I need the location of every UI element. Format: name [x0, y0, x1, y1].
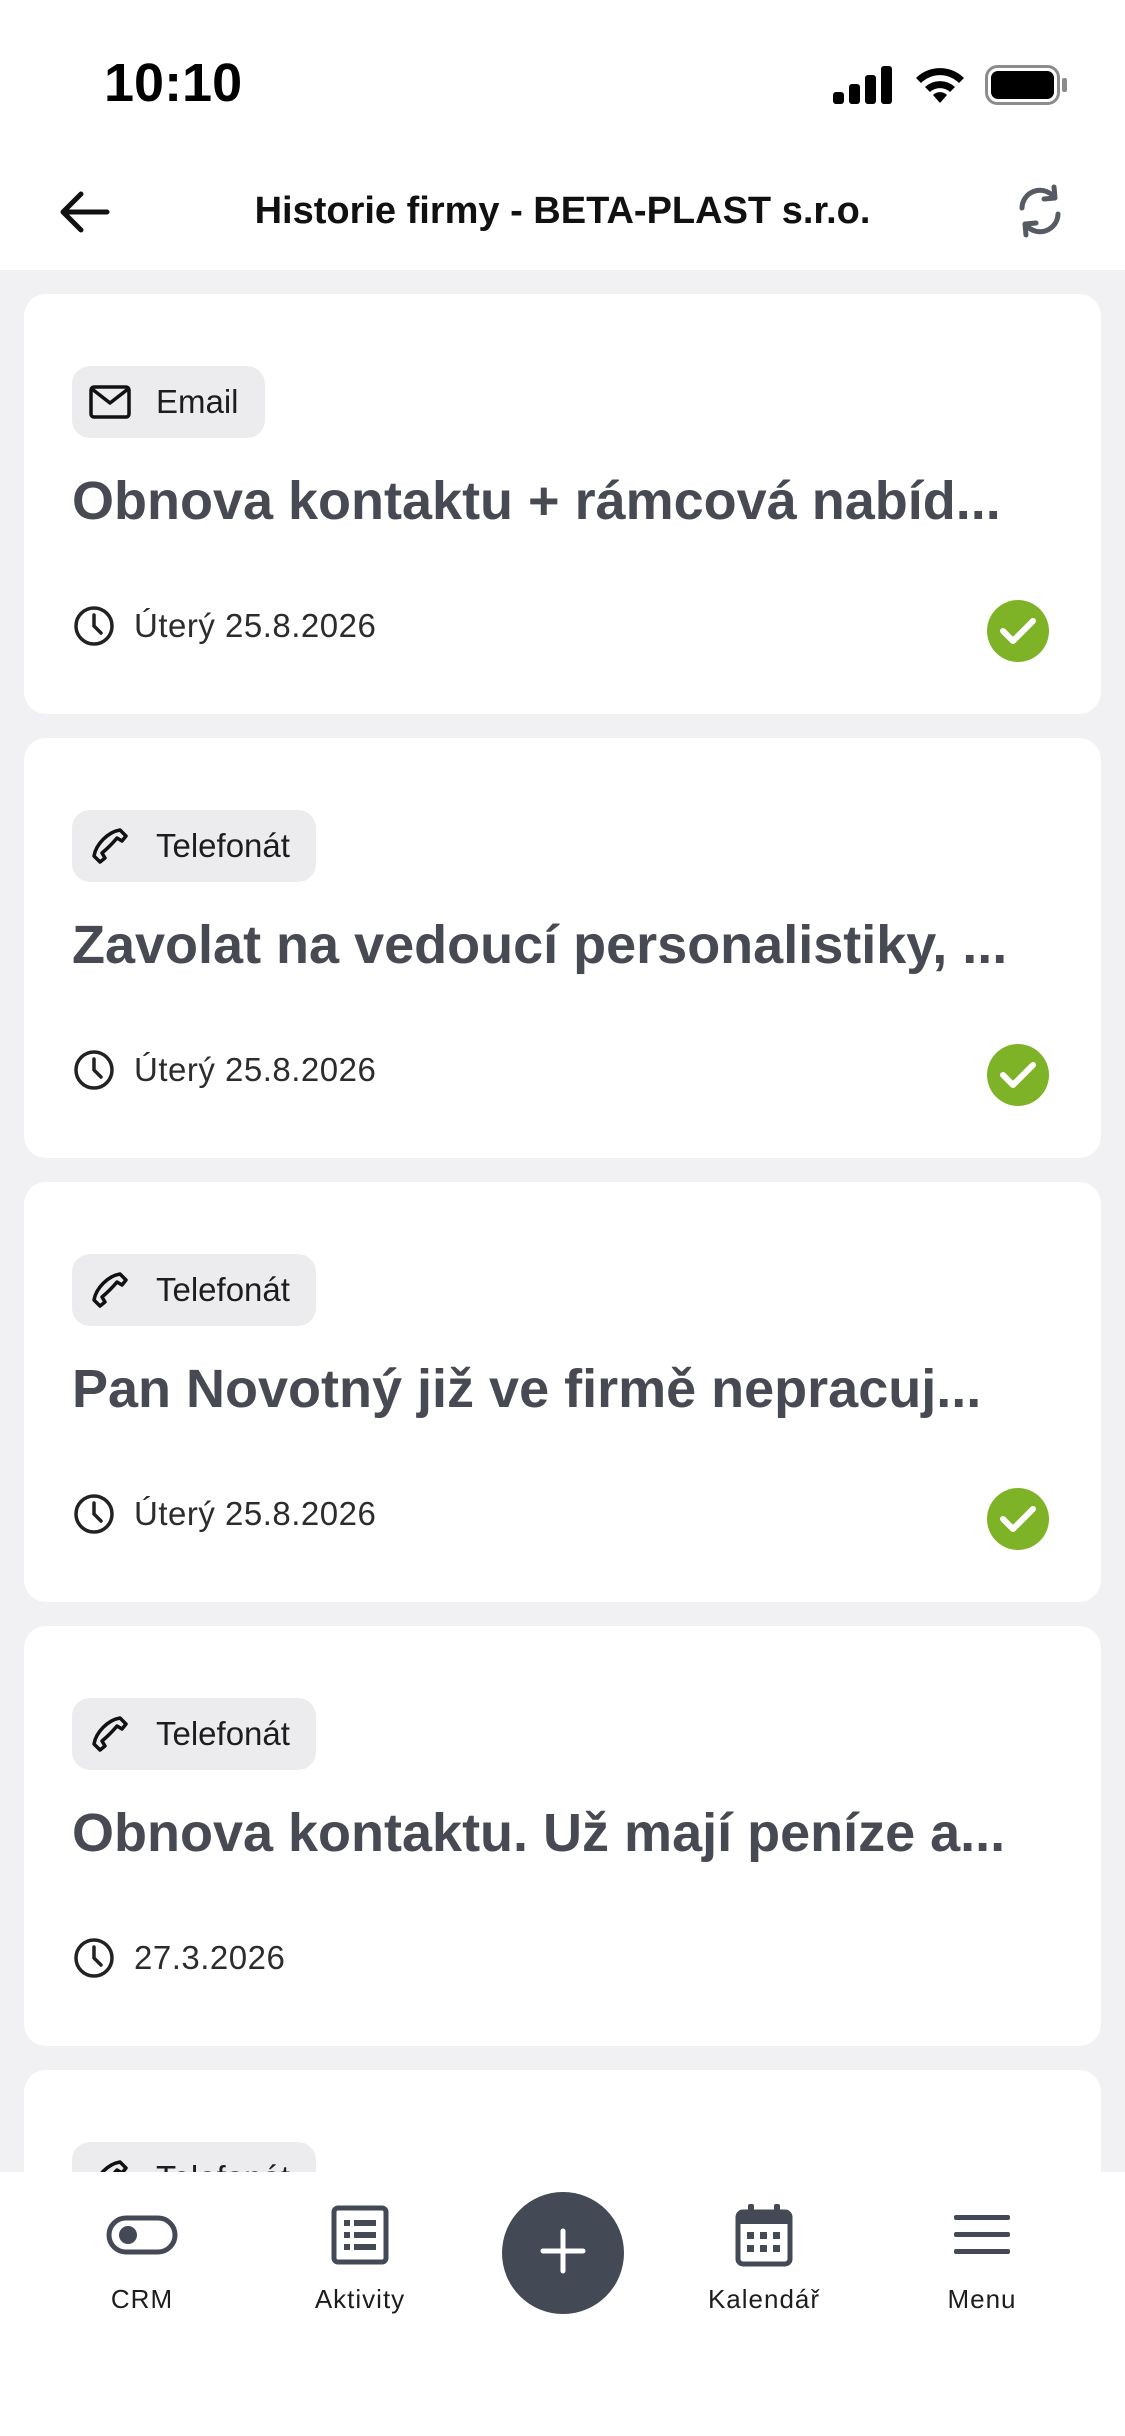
activity-type-chip: Telefonát — [72, 1698, 316, 1770]
activity-date: Úterý 25.8.2026 — [134, 607, 377, 644]
phone-icon — [88, 1268, 132, 1312]
clock-icon — [72, 1048, 116, 1092]
clock-icon — [72, 1936, 116, 1980]
activity-list: Email Obnova kontaktu + rámcová nabíd...… — [24, 294, 1101, 2436]
nav-item-menu[interactable]: Menu — [892, 2200, 1072, 2330]
activity-card[interactable]: Telefonát Obnova kontaktu. Už mají peníz… — [24, 1626, 1101, 2046]
activity-card[interactable]: Email Obnova kontaktu + rámcová nabíd...… — [24, 294, 1101, 714]
calendar-icon — [734, 2200, 794, 2270]
menu-icon — [952, 2200, 1012, 2270]
activity-title: Obnova kontaktu + rámcová nabíd... — [72, 471, 1001, 531]
plus-icon — [539, 2227, 587, 2280]
nav-item-aktivity[interactable]: Aktivity — [270, 2200, 450, 2330]
page-title: Historie firmy - BETA-PLAST s.r.o. — [254, 190, 871, 232]
activity-date: Úterý 25.8.2026 — [134, 1051, 377, 1088]
wifi-icon — [913, 65, 967, 110]
activity-type-label: Email — [156, 383, 239, 420]
activity-type-chip: Telefonát — [72, 810, 316, 882]
activity-type-label: Telefonát — [156, 1715, 290, 1752]
header: Historie firmy - BETA-PLAST s.r.o. — [0, 160, 1125, 270]
toggle-icon — [106, 2200, 178, 2270]
nav-label: Menu — [947, 2284, 1017, 2314]
activity-date-row: 27.3.2026 — [72, 1936, 285, 1980]
activity-type-label: Telefonát — [156, 1271, 290, 1308]
phone-icon — [88, 1712, 132, 1756]
activity-date: Úterý 25.8.2026 — [134, 1495, 377, 1532]
activity-card[interactable]: Telefonát Zavolat na vedoucí personalist… — [24, 738, 1101, 1158]
phone-icon — [88, 824, 132, 868]
signal-icon — [833, 65, 895, 109]
check-icon — [987, 1044, 1049, 1106]
nav-label: Kalendář — [707, 2284, 821, 2314]
status-time: 10:10 — [104, 53, 243, 113]
bottom-nav: CRM Aktivity Kalendář Menu — [0, 2172, 1125, 2436]
back-button[interactable] — [52, 182, 116, 246]
nav-item-kalendar[interactable]: Kalendář — [674, 2200, 854, 2330]
arrow-left-icon — [57, 190, 111, 239]
activity-title: Zavolat na vedoucí personalistiky, ... — [72, 915, 1008, 975]
nav-label: Aktivity — [314, 2284, 406, 2314]
activity-date-row: Úterý 25.8.2026 — [72, 1048, 376, 1092]
nav-label: CRM — [110, 2284, 174, 2314]
activity-type-chip: Telefonát — [72, 1254, 316, 1326]
clock-icon — [72, 604, 116, 648]
battery-icon — [985, 64, 1069, 110]
status-icons — [833, 62, 1069, 112]
screen: 10:10 Historie firmy - BETA-PLAST s.r.o.… — [0, 0, 1125, 2436]
activity-date: 27.3.2026 — [134, 1939, 286, 1976]
status-bar: 10:10 — [0, 0, 1125, 160]
activity-type-chip: Email — [72, 366, 265, 438]
activity-card[interactable]: Telefonát Pan Novotný již ve firmě nepra… — [24, 1182, 1101, 1602]
activity-date-row: Úterý 25.8.2026 — [72, 604, 376, 648]
clock-icon — [72, 1492, 116, 1536]
activity-type-label: Telefonát — [156, 827, 290, 864]
list-icon — [330, 2200, 390, 2270]
activity-title: Pan Novotný již ve firmě nepracuj... — [72, 1359, 982, 1419]
envelope-icon — [88, 380, 132, 424]
activity-date-row: Úterý 25.8.2026 — [72, 1492, 376, 1536]
refresh-icon — [1010, 181, 1070, 246]
nav-item-crm[interactable]: CRM — [52, 2200, 232, 2330]
check-icon — [987, 1488, 1049, 1550]
add-activity-button[interactable] — [502, 2192, 624, 2314]
refresh-button[interactable] — [1005, 178, 1075, 248]
check-icon — [987, 600, 1049, 662]
activity-title: Obnova kontaktu. Už mají peníze a... — [72, 1803, 1006, 1863]
